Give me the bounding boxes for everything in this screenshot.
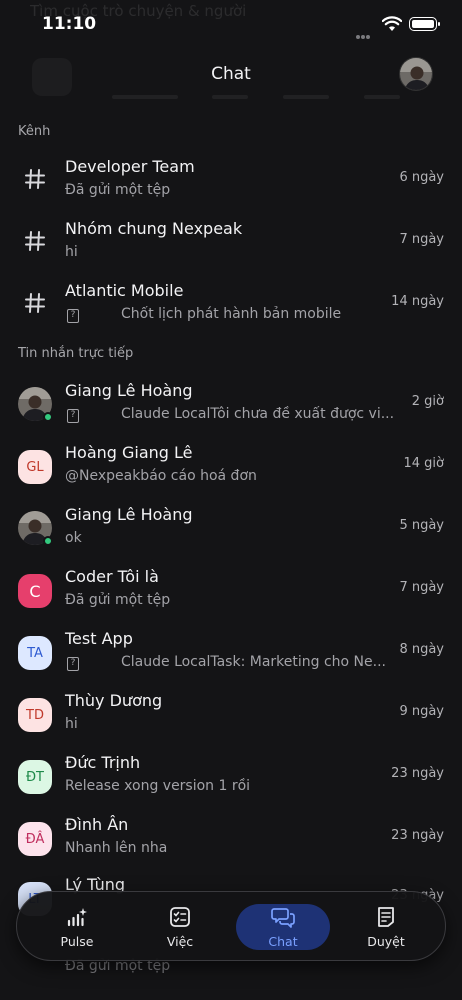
tab-duyet[interactable]: Duyệt	[336, 892, 436, 962]
dm-row[interactable]: ĐÂ Đình Ân Nhanh lên nha 23 ngày	[0, 810, 462, 872]
bot-message-icon: ?	[67, 657, 79, 671]
tab-viec[interactable]: Việc	[130, 892, 230, 962]
avatar: TD	[18, 698, 52, 732]
battery-icon	[409, 17, 440, 31]
page-title: Chat	[211, 64, 251, 84]
dm-row[interactable]: TA Test App ? Claude LocalTask: Marketin…	[0, 624, 462, 686]
channel-name: Atlantic Mobile	[65, 281, 184, 300]
status-bar: Tìm cuộc trò chuyện & người 11:10	[0, 0, 462, 50]
dm-row[interactable]: GL Hoàng Giang Lê @Nexpeakbáo cáo hoá đơ…	[0, 438, 462, 500]
dm-time: 7 ngày	[399, 580, 444, 595]
dm-row[interactable]: ĐT Đức Trịnh Release xong version 1 rồi …	[0, 748, 462, 810]
dm-row[interactable]: C Coder Tôi là Đã gửi một tệp 7 ngày	[0, 562, 462, 624]
approval-doc-icon	[378, 907, 394, 927]
section-label-channels: Kênh	[18, 124, 51, 139]
dm-preview: Đã gửi một tệp	[65, 592, 171, 608]
avatar: TA	[18, 636, 52, 670]
dm-name: Đình Ân	[65, 815, 129, 834]
bot-message-icon: ?	[67, 309, 79, 323]
dm-time: 8 ngày	[399, 642, 444, 657]
channel-row[interactable]: Atlantic Mobile ? Chốt lịch phát hành bả…	[0, 276, 462, 338]
dm-name: Thùy Dương	[65, 691, 163, 710]
hashtag-icon	[25, 293, 45, 313]
dm-time: 9 ngày	[399, 704, 444, 719]
section-label-direct: Tin nhắn trực tiếp	[18, 346, 134, 361]
avatar: ĐÂ	[18, 822, 52, 856]
hashtag-icon	[25, 231, 45, 251]
channel-time: 6 ngày	[399, 170, 444, 185]
avatar: C	[18, 574, 52, 608]
channel-row[interactable]: Nhóm chung Nexpeak hi 7 ngày	[0, 214, 462, 276]
online-indicator	[43, 412, 53, 422]
status-time: 11:10	[42, 14, 97, 34]
dm-preview: @Nexpeakbáo cáo hoá đơn	[65, 468, 257, 484]
checklist-icon	[170, 907, 190, 927]
dm-preview: Release xong version 1 rồi	[65, 778, 251, 794]
channel-preview: Đã gửi một tệp	[65, 182, 171, 198]
dm-name: Giang Lê Hoàng	[65, 381, 193, 400]
online-indicator	[43, 536, 53, 546]
wifi-icon	[382, 16, 402, 31]
dm-name: Test App	[65, 629, 133, 648]
dm-name: Hoàng Giang Lê	[65, 443, 193, 462]
dm-name: Đức Trịnh	[65, 753, 141, 772]
dm-preview: Nhanh lên nha	[65, 840, 168, 856]
channel-name: Developer Team	[65, 157, 195, 176]
top-header: Chat	[0, 50, 462, 102]
dm-preview: Claude LocalTask: Marketing cho Ne...	[121, 654, 386, 670]
channel-time: 14 ngày	[391, 294, 444, 309]
chat-bubbles-icon	[271, 908, 295, 928]
dm-preview: hi	[65, 716, 78, 732]
dm-preview: Claude LocalTôi chưa đề xuất được vi...	[121, 406, 395, 422]
channel-preview: Chốt lịch phát hành bản mobile	[121, 306, 342, 322]
channel-name: Nhóm chung Nexpeak	[65, 219, 243, 238]
dm-row[interactable]: Giang Lê Hoàng ok 5 ngày	[0, 500, 462, 562]
channel-row[interactable]: Developer Team Đã gửi một tệp 6 ngày	[0, 152, 462, 214]
bot-message-icon: ?	[67, 409, 79, 423]
tab-label: Việc	[166, 934, 194, 949]
tab-label: Duyệt	[367, 934, 405, 949]
dm-row[interactable]: TD Thùy Dương hi 9 ngày	[0, 686, 462, 748]
bottom-tab-bar: Pulse Việc Chat Duyệt	[16, 891, 446, 961]
dm-name: Giang Lê Hoàng	[65, 505, 193, 524]
dm-time: 14 giờ	[403, 456, 445, 471]
tab-label: Pulse	[60, 934, 94, 949]
dm-time: 5 ngày	[399, 518, 444, 533]
hashtag-icon	[25, 169, 45, 189]
profile-avatar[interactable]	[399, 57, 433, 91]
dm-time: 2 giờ	[411, 394, 444, 409]
dm-name: Coder Tôi là	[65, 567, 159, 586]
dm-time: 23 ngày	[391, 828, 444, 843]
channel-time: 7 ngày	[399, 232, 444, 247]
dm-row[interactable]: Giang Lê Hoàng ? Claude LocalTôi chưa đề…	[0, 376, 462, 438]
dm-preview: ok	[65, 530, 82, 546]
tab-pulse[interactable]: Pulse	[27, 892, 127, 962]
tab-chat[interactable]: Chat	[233, 892, 333, 962]
cellular-icon	[356, 24, 374, 39]
avatar: GL	[18, 450, 52, 484]
channel-preview: hi	[65, 244, 78, 260]
pulse-chart-icon	[67, 908, 87, 927]
tab-label: Chat	[268, 934, 298, 949]
avatar: ĐT	[18, 760, 52, 794]
dm-time: 23 ngày	[391, 766, 444, 781]
